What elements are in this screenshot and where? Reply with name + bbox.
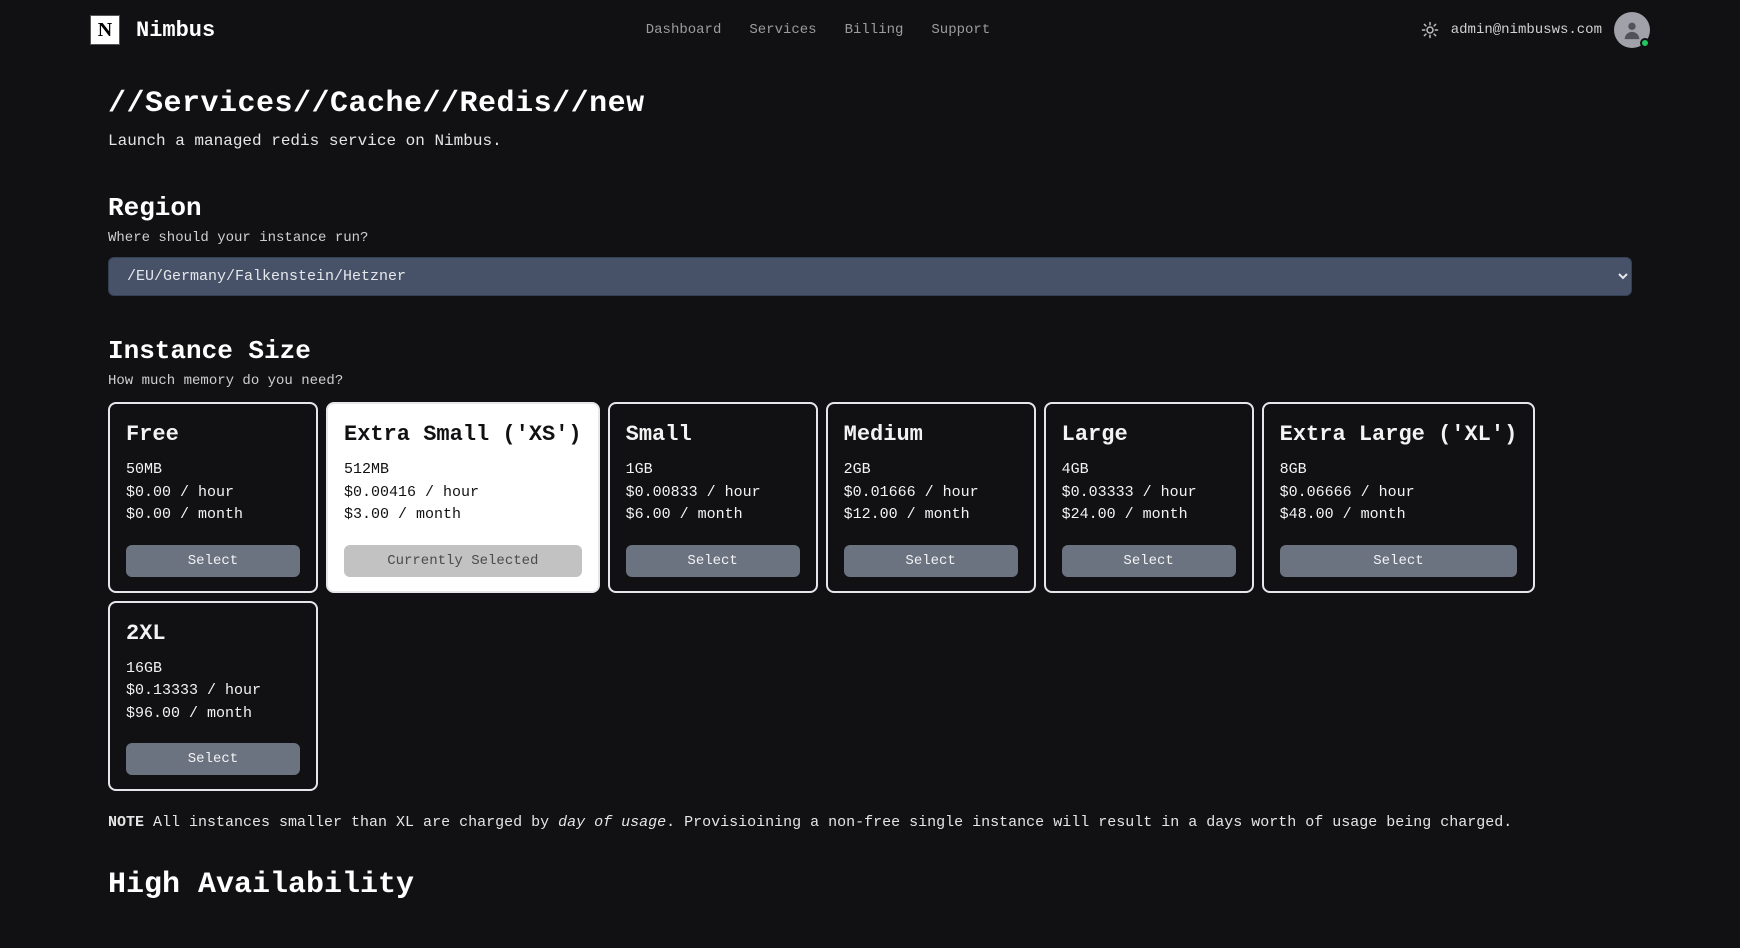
instance-size-card: Free 50MB$0.00 / hour$0.00 / month Select (108, 402, 318, 593)
instance-size-card: Large 4GB$0.03333 / hour$24.00 / month Sel… (1044, 402, 1254, 593)
instance-size-mem: 1GB (626, 459, 800, 482)
instance-size-title: Instance Size (108, 332, 1632, 371)
instance-size-name: Extra Large ('XL') (1280, 418, 1518, 451)
instance-size-month: $0.00 / month (126, 504, 300, 527)
instance-size-card: Extra Large ('XL') 8GB$0.06666 / hour$48.… (1262, 402, 1536, 593)
instance-size-month: $96.00 / month (126, 703, 300, 726)
instance-size-name: Medium (844, 418, 1018, 451)
instance-size-hour: $0.00 / hour (126, 482, 300, 505)
instance-size-month: $24.00 / month (1062, 504, 1236, 527)
pricing-note: NOTE All instances smaller than XL are c… (108, 811, 1632, 835)
instance-size-card: Medium 2GB$0.01666 / hour$12.00 / month Se… (826, 402, 1036, 593)
brand-name: Nimbus (136, 14, 215, 47)
instance-size-name: Extra Small ('XS') (344, 418, 582, 451)
instance-size-card: Small 1GB$0.00833 / hour$6.00 / month Sele… (608, 402, 818, 593)
select-instance-button[interactable]: Select (844, 545, 1018, 577)
currently-selected-button[interactable]: Currently Selected (344, 545, 582, 577)
region-subtitle: Where should your instance run? (108, 228, 1632, 249)
page-subtitle: Launch a managed redis service on Nimbus… (108, 129, 1632, 153)
instance-size-subtitle: How much memory do you need? (108, 371, 1632, 392)
user-cluster: admin@nimbusws.com (1421, 12, 1650, 48)
presence-indicator-icon (1640, 38, 1650, 48)
theme-toggle-icon[interactable] (1421, 21, 1439, 39)
top-bar: N Nimbus Dashboard Services Billing Supp… (0, 0, 1740, 60)
select-instance-button[interactable]: Select (626, 545, 800, 577)
instance-size-hour: $0.00833 / hour (626, 482, 800, 505)
region-title: Region (108, 189, 1632, 228)
nav-support[interactable]: Support (931, 20, 990, 41)
instance-size-mem: 8GB (1280, 459, 1518, 482)
nav-dashboard[interactable]: Dashboard (646, 20, 722, 41)
instance-size-mem: 512MB (344, 459, 582, 482)
instance-size-hour: $0.03333 / hour (1062, 482, 1236, 505)
instance-size-hour: $0.00416 / hour (344, 482, 582, 505)
instance-size-card: 2XL 16GB$0.13333 / hour$96.00 / month Sele… (108, 601, 318, 792)
instance-size-card: Extra Small ('XS') 512MB$0.00416 / hour$3… (326, 402, 600, 593)
avatar[interactable] (1614, 12, 1650, 48)
instance-size-mem: 50MB (126, 459, 300, 482)
breadcrumb: //Services//Cache//Redis//new (108, 82, 1632, 127)
instance-size-mem: 2GB (844, 459, 1018, 482)
instance-size-mem: 4GB (1062, 459, 1236, 482)
instance-size-hour: $0.06666 / hour (1280, 482, 1518, 505)
nav-services[interactable]: Services (749, 20, 816, 41)
instance-size-hour: $0.01666 / hour (844, 482, 1018, 505)
select-instance-button[interactable]: Select (1062, 545, 1236, 577)
instance-size-name: Large (1062, 418, 1236, 451)
instance-size-name: Small (626, 418, 800, 451)
select-instance-button[interactable]: Select (126, 545, 300, 577)
instance-size-mem: 16GB (126, 658, 300, 681)
note-em: day of usage (558, 814, 666, 831)
brand[interactable]: N Nimbus (90, 14, 215, 47)
nav-billing[interactable]: Billing (845, 20, 904, 41)
instance-size-month: $12.00 / month (844, 504, 1018, 527)
region-select[interactable]: /EU/Germany/Falkenstein/Hetzner (108, 257, 1632, 296)
user-email[interactable]: admin@nimbusws.com (1451, 20, 1602, 41)
instance-size-name: 2XL (126, 617, 300, 650)
select-instance-button[interactable]: Select (126, 743, 300, 775)
primary-nav: Dashboard Services Billing Support (646, 20, 990, 41)
instance-size-hour: $0.13333 / hour (126, 680, 300, 703)
note-text-1: All instances smaller than XL are charge… (144, 814, 558, 831)
page-body: //Services//Cache//Redis//new Launch a m… (0, 60, 1740, 948)
high-availability-title: High Availability (108, 863, 1632, 908)
instance-size-month: $6.00 / month (626, 504, 800, 527)
logo-icon: N (90, 15, 120, 45)
instance-size-month: $48.00 / month (1280, 504, 1518, 527)
note-label: NOTE (108, 814, 144, 831)
instance-size-cards: Free50MB$0.00 / hour$0.00 / monthSelectE… (108, 402, 1632, 791)
select-instance-button[interactable]: Select (1280, 545, 1518, 577)
instance-size-month: $3.00 / month (344, 504, 582, 527)
note-text-2: . Provisioining a non-free single instan… (666, 814, 1512, 831)
instance-size-name: Free (126, 418, 300, 451)
